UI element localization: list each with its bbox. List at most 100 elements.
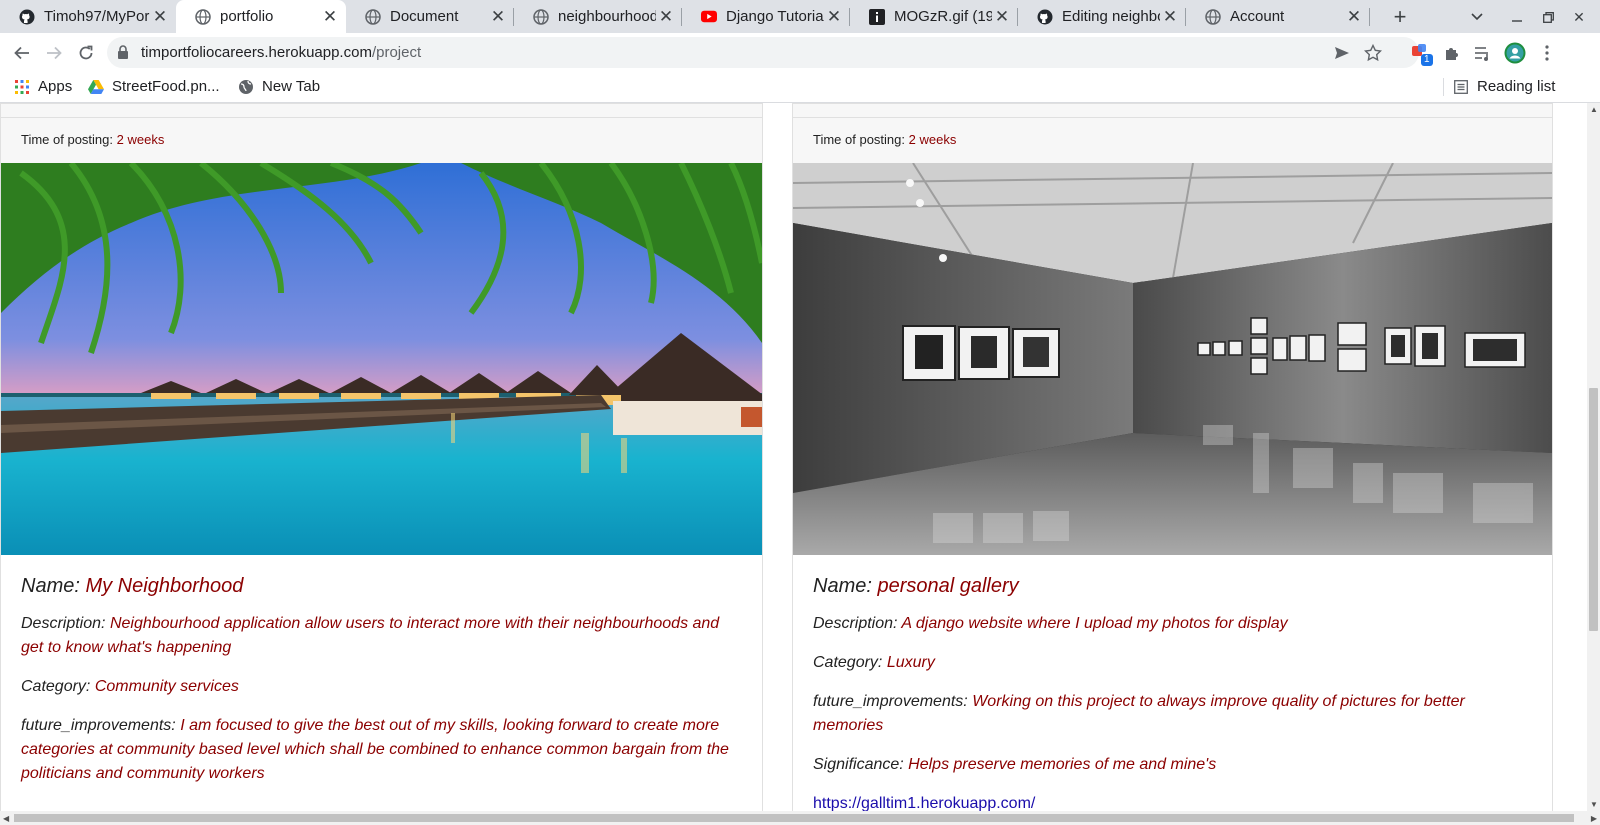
- restore-icon[interactable]: [1537, 6, 1559, 28]
- close-tab-icon[interactable]: ✕: [656, 7, 676, 27]
- bookmark-star-icon[interactable]: [1364, 44, 1382, 62]
- field-label: future_improvements:: [813, 693, 968, 710]
- project-name: Name: personal gallery: [813, 572, 1532, 600]
- github-icon: [19, 9, 35, 25]
- scroll-right-arrow-icon[interactable]: ▶: [1591, 814, 1597, 823]
- bookmark-label: New Tab: [262, 78, 321, 95]
- globe-icon: [195, 8, 211, 25]
- tab-title: neighbourhood: [558, 8, 656, 25]
- bookmarks-bar: Apps StreetFood.pn... New Tab Reading li…: [0, 72, 1600, 103]
- close-tab-icon[interactable]: ✕: [1344, 7, 1364, 27]
- apps-grid-icon: [14, 79, 30, 95]
- tab-neighbourhood[interactable]: neighbourhood ✕: [514, 0, 682, 33]
- project-link[interactable]: https://galltim1.herokuapp.com/: [813, 795, 1035, 811]
- minimize-icon[interactable]: [1506, 6, 1528, 28]
- youtube-icon: [701, 9, 717, 25]
- name-label: Name:: [813, 575, 872, 597]
- close-tab-icon[interactable]: ✕: [488, 7, 508, 27]
- reload-icon[interactable]: [73, 40, 99, 66]
- close-tab-icon[interactable]: ✕: [1160, 7, 1180, 27]
- tab-document[interactable]: Document ✕: [346, 0, 514, 33]
- future-improvements-field: future_improvements: I am focused to giv…: [21, 714, 742, 786]
- scroll-up-arrow-icon[interactable]: ▲: [1590, 105, 1598, 114]
- vertical-scrollbar[interactable]: ▲ ▼: [1587, 103, 1600, 811]
- tab-title: Django Tutorial: [726, 8, 824, 25]
- extension-badge-count: 1: [1421, 54, 1433, 66]
- reading-list-button[interactable]: Reading list: [1453, 78, 1555, 95]
- tab-title: Document: [390, 8, 459, 25]
- name-value: My Neighborhood: [85, 575, 244, 597]
- tab-strip: Timoh97/MyPor ✕ portfolio ✕ Document ✕ n…: [0, 0, 1600, 33]
- globe-icon: [238, 79, 254, 95]
- field-label: Description:: [21, 615, 106, 632]
- time-value: 2 weeks: [116, 132, 165, 147]
- project-card: Time of posting: 2 weeks: [0, 103, 763, 811]
- name-value: personal gallery: [877, 575, 1019, 597]
- tab-mogzr-gif[interactable]: MOGzR.gif (192 ✕: [850, 0, 1018, 33]
- scroll-left-arrow-icon[interactable]: ◀: [3, 814, 9, 823]
- art-gallery-photo: [793, 163, 1552, 555]
- future-improvements-field: future_improvements: Working on this pro…: [813, 690, 1532, 738]
- tab-search-chevron-icon[interactable]: [1466, 6, 1488, 28]
- address-bar[interactable]: timportfoliocareers.herokuapp.com/projec…: [107, 37, 1419, 68]
- extensions-puzzle-icon[interactable]: [1441, 42, 1463, 64]
- time-of-posting: Time of posting: 2 weeks: [813, 132, 956, 147]
- tab-title: Editing neighbo: [1062, 8, 1160, 25]
- tab-github-repo[interactable]: Timoh97/MyPor ✕: [0, 0, 176, 33]
- google-drive-icon: [88, 79, 104, 95]
- time-label: Time of posting:: [21, 132, 114, 147]
- close-tab-icon[interactable]: ✕: [320, 7, 340, 27]
- tab-title: MOGzR.gif (192: [894, 8, 992, 25]
- horizontal-scroll-thumb[interactable]: [14, 814, 1574, 822]
- vertical-scroll-thumb[interactable]: [1589, 388, 1598, 631]
- tab-portfolio[interactable]: portfolio ✕: [176, 0, 346, 33]
- field-label: Description:: [813, 615, 898, 632]
- tropical-water-villas-photo: [1, 163, 762, 555]
- field-value: Neighbourhood application allow users to…: [21, 615, 720, 656]
- name-label: Name:: [21, 575, 80, 597]
- time-of-posting: Time of posting: 2 weeks: [21, 132, 164, 147]
- close-window-icon[interactable]: ✕: [1568, 6, 1590, 28]
- field-label: Category:: [813, 654, 883, 671]
- globe-icon: [365, 8, 381, 25]
- card-header: Time of posting: 2 weeks: [793, 104, 1552, 164]
- tab-account[interactable]: Account ✕: [1186, 0, 1370, 33]
- field-label: Significance:: [813, 756, 904, 773]
- lock-icon[interactable]: [117, 45, 129, 64]
- globe-icon: [1205, 8, 1221, 25]
- bookmark-new-tab[interactable]: New Tab: [238, 78, 320, 95]
- tab-title: Account: [1230, 8, 1285, 25]
- time-value: 2 weeks: [908, 132, 957, 147]
- extension-badge-icon[interactable]: 1: [1410, 42, 1433, 66]
- forward-arrow-icon[interactable]: [41, 40, 67, 66]
- page-content: Time of posting: 2 weeks Name: My Neighb…: [0, 103, 1587, 811]
- tab-title: Timoh97/MyPor: [44, 8, 150, 25]
- field-value: A django website where I upload my photo…: [901, 615, 1288, 632]
- url-text: timportfoliocareers.herokuapp.com/projec…: [141, 44, 421, 61]
- tab-django-tutorial[interactable]: Django Tutorial ✕: [682, 0, 850, 33]
- close-tab-icon[interactable]: ✕: [150, 7, 170, 27]
- reading-list-label: Reading list: [1477, 78, 1556, 95]
- scroll-down-arrow-icon[interactable]: ▼: [1590, 800, 1598, 809]
- send-icon[interactable]: [1333, 44, 1351, 62]
- new-tab-icon[interactable]: +: [1388, 4, 1412, 29]
- category-field: Category: Luxury: [813, 651, 1532, 675]
- close-tab-icon[interactable]: ✕: [992, 7, 1012, 27]
- time-label: Time of posting:: [813, 132, 906, 147]
- card-header: Time of posting: 2 weeks: [1, 104, 762, 164]
- url-path: /project: [371, 44, 422, 61]
- info-icon: [869, 8, 885, 25]
- horizontal-scrollbar[interactable]: ◀ ▶: [0, 811, 1600, 825]
- bookmark-apps[interactable]: Apps: [14, 78, 72, 95]
- close-tab-icon[interactable]: ✕: [824, 7, 844, 27]
- back-arrow-icon[interactable]: [9, 40, 35, 66]
- tab-editing-neighbourhood[interactable]: Editing neighbo ✕: [1018, 0, 1186, 33]
- browser-toolbar: timportfoliocareers.herokuapp.com/projec…: [0, 33, 1600, 72]
- bookmark-streetfood[interactable]: StreetFood.pn...: [88, 78, 220, 95]
- significance-field: Significance: Helps preserve memories of…: [813, 753, 1532, 777]
- field-value: Helps preserve memories of me and mine's: [908, 756, 1217, 773]
- profile-avatar-icon[interactable]: [1504, 42, 1526, 64]
- media-queue-icon[interactable]: [1472, 42, 1494, 64]
- more-menu-icon[interactable]: [1536, 42, 1558, 64]
- description-field: Description: Neighbourhood application a…: [21, 612, 742, 660]
